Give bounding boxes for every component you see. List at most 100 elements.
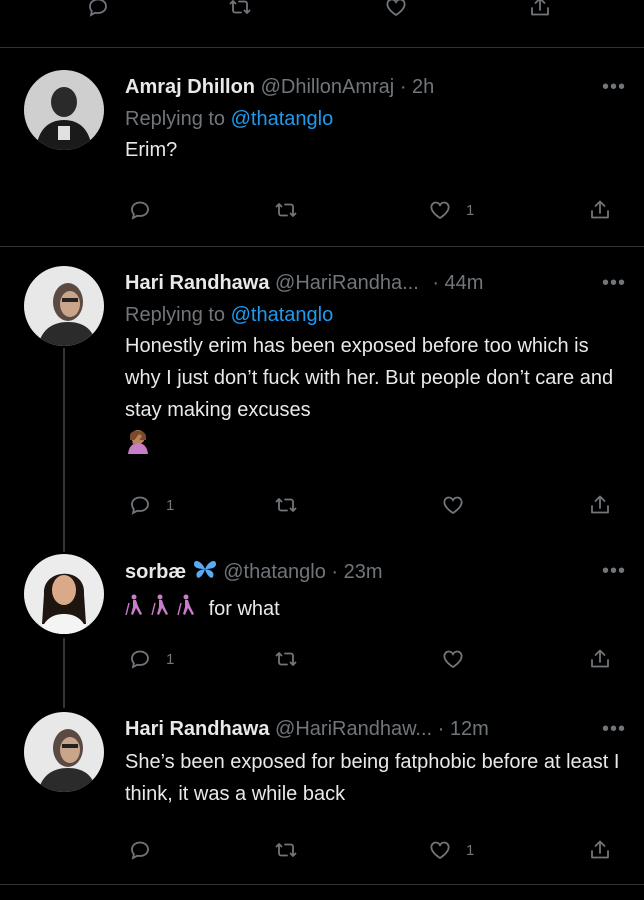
avatar-photo	[24, 70, 104, 150]
tweet[interactable]: Amraj Dhillon @DhillonAmraj · 2h Replyin…	[0, 70, 644, 245]
user-handle[interactable]: @DhillonAmraj	[261, 76, 395, 98]
timestamp[interactable]: · 44m	[432, 272, 483, 294]
timestamp[interactable]: · 2h	[400, 76, 434, 98]
tweet-actions: 1	[0, 490, 644, 520]
like-button[interactable]: 1	[428, 835, 474, 865]
avatar-photo	[24, 554, 104, 634]
divider	[0, 884, 644, 885]
retweet-icon	[274, 198, 298, 222]
display-name[interactable]: Amraj Dhillon	[125, 76, 255, 98]
replying-prefix: Replying to	[125, 304, 231, 326]
tweet-body: Hari Randhawa @HariRandha... · 44m Reply…	[125, 270, 624, 459]
reply-count: 1	[166, 496, 175, 514]
reply-button[interactable]	[128, 195, 166, 225]
tweet-text-content: for what	[208, 598, 280, 620]
tweet-header: Hari Randhawa @HariRandhaw... · 12m	[125, 716, 624, 742]
retweet-button[interactable]	[228, 0, 252, 22]
tweet-text: Honestly erim has been exposed before to…	[125, 335, 614, 421]
avatar[interactable]	[24, 712, 104, 792]
avatar[interactable]	[24, 266, 104, 346]
avatar-photo	[24, 266, 104, 346]
more-options-icon[interactable]: •••	[602, 76, 626, 99]
avatar[interactable]	[24, 70, 104, 150]
avatar-photo	[24, 712, 104, 792]
display-name[interactable]: Hari Randhawa	[125, 718, 269, 740]
retweet-button[interactable]	[274, 195, 312, 225]
retweet-icon	[274, 493, 298, 517]
tweet-header: sorbæ @thatanglo · 23m	[125, 558, 624, 587]
display-name[interactable]: Hari Randhawa	[125, 272, 269, 294]
tweet-actions: 1	[0, 644, 644, 674]
retweet-icon	[274, 647, 298, 671]
share-button[interactable]	[588, 195, 612, 225]
replying-handle-link[interactable]: @thatanglo	[231, 108, 334, 130]
like-icon	[441, 647, 465, 671]
share-button[interactable]	[588, 644, 612, 674]
tweet-body: Hari Randhawa @HariRandhaw... · 12m She’…	[125, 716, 624, 810]
retweet-icon	[274, 838, 298, 862]
retweet-button[interactable]	[274, 490, 312, 520]
share-button[interactable]	[528, 0, 552, 22]
tweet-text: She’s been exposed for being fatphobic b…	[125, 751, 620, 805]
tweet-header: Amraj Dhillon @DhillonAmraj · 2h	[125, 74, 624, 100]
reply-icon	[128, 838, 152, 862]
like-count: 1	[466, 841, 475, 859]
replying-to: Replying to @thatanglo	[125, 106, 624, 132]
user-handle[interactable]: @thatanglo	[223, 561, 326, 583]
share-icon	[588, 838, 612, 862]
more-options-icon[interactable]: •••	[602, 272, 626, 295]
share-button[interactable]	[588, 835, 612, 865]
person-with-cane-emoji-icon	[125, 594, 203, 626]
retweet-button[interactable]	[274, 644, 312, 674]
reply-button[interactable]: 1	[128, 490, 174, 520]
timestamp[interactable]: · 12m	[438, 718, 489, 740]
like-button[interactable]	[441, 490, 479, 520]
replying-handle-link[interactable]: @thatanglo	[231, 304, 334, 326]
tweet[interactable]: Hari Randhawa @HariRandhaw... · 12m She’…	[0, 712, 644, 872]
facepalm-emoji-icon	[125, 428, 624, 459]
butterfly-emoji-icon	[192, 558, 218, 587]
timestamp[interactable]: · 23m	[331, 561, 382, 583]
like-button[interactable]	[384, 0, 408, 22]
divider	[0, 246, 644, 247]
tweet-actions: 1	[0, 195, 644, 225]
tweet-header: Hari Randhawa @HariRandha... · 44m	[125, 270, 624, 296]
more-options-icon[interactable]: •••	[602, 560, 626, 583]
tweet-actions: 1	[0, 835, 644, 865]
like-button[interactable]	[441, 644, 479, 674]
retweet-icon	[228, 0, 252, 19]
retweet-button[interactable]	[274, 835, 312, 865]
like-button[interactable]: 1	[428, 195, 474, 225]
reply-button[interactable]	[86, 0, 110, 22]
tweet[interactable]: sorbæ @thatanglo · 23m for what ••• 1	[0, 554, 644, 684]
replying-to: Replying to @thatanglo	[125, 302, 624, 328]
replying-prefix: Replying to	[125, 108, 231, 130]
like-icon	[441, 493, 465, 517]
like-icon	[428, 838, 452, 862]
share-icon	[588, 647, 612, 671]
reply-count: 1	[166, 650, 175, 668]
reply-button[interactable]	[128, 835, 166, 865]
reply-icon	[128, 198, 152, 222]
tweet-body: sorbæ @thatanglo · 23m for what	[125, 558, 624, 626]
divider	[0, 47, 644, 48]
tweet-body: Amraj Dhillon @DhillonAmraj · 2h Replyin…	[125, 74, 624, 166]
tweet[interactable]: Hari Randhawa @HariRandha... · 44m Reply…	[0, 266, 644, 536]
user-handle[interactable]: @HariRandhaw...	[275, 718, 432, 740]
like-icon	[428, 198, 452, 222]
share-button[interactable]	[588, 490, 612, 520]
avatar[interactable]	[24, 554, 104, 634]
reply-icon	[128, 647, 152, 671]
user-handle[interactable]: @HariRandha...	[275, 272, 419, 294]
top-action-bar	[0, 0, 644, 22]
share-icon	[588, 198, 612, 222]
reply-button[interactable]: 1	[128, 644, 174, 674]
tweet-text: Erim?	[125, 139, 178, 161]
like-count: 1	[466, 201, 475, 219]
tweet-text: for what	[125, 593, 624, 626]
share-icon	[528, 0, 552, 19]
reply-icon	[86, 0, 110, 19]
share-icon	[588, 493, 612, 517]
more-options-icon[interactable]: •••	[602, 718, 626, 741]
display-name[interactable]: sorbæ	[125, 561, 186, 583]
